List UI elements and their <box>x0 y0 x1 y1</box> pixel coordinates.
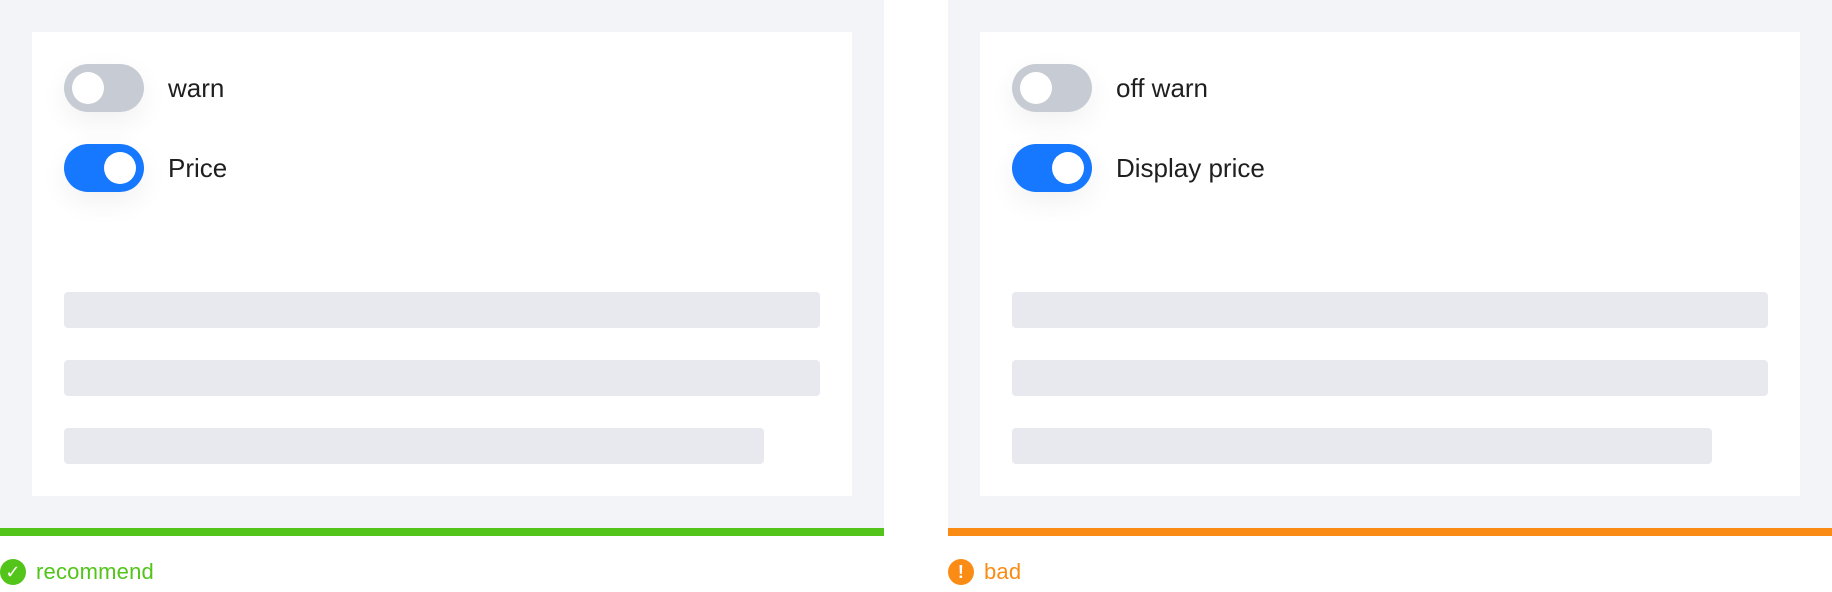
toggle-row-off-warn: off warn <box>1012 64 1208 112</box>
toggle-label: off warn <box>1116 73 1209 103</box>
toggle-label: warn <box>168 73 225 103</box>
check-circle-icon: ✓ <box>0 559 26 585</box>
settings-card: off warn Display price <box>980 32 1800 496</box>
status-bar <box>948 528 1832 536</box>
toggle-knob <box>1052 152 1084 184</box>
recommended-example: warn Price ✓ recommend <box>0 0 884 592</box>
settings-card: warn Price <box>32 32 852 496</box>
price-toggle[interactable] <box>64 144 144 192</box>
placeholder-line <box>64 428 764 464</box>
recommend-caption: ✓ recommend <box>0 558 154 586</box>
placeholder-line <box>1012 360 1768 396</box>
example-frame: off warn Display price <box>948 0 1832 528</box>
placeholder-line <box>64 360 820 396</box>
toggle-row-display-price: Display price <box>1012 144 1265 192</box>
bad-caption: ! bad <box>948 558 1021 586</box>
off-warn-toggle[interactable] <box>1012 64 1092 112</box>
exclamation-circle-icon: ! <box>948 559 974 585</box>
toggle-label: Price <box>168 153 228 183</box>
caption-text: recommend <box>36 559 154 584</box>
warn-toggle[interactable] <box>64 64 144 112</box>
bad-example: off warn Display price ! bad <box>948 0 1832 592</box>
toggle-row-warn: warn <box>64 64 224 112</box>
placeholder-line <box>64 292 820 328</box>
placeholder-line <box>1012 292 1768 328</box>
placeholder-line <box>1012 428 1712 464</box>
toggle-knob <box>72 72 104 104</box>
toggle-knob <box>104 152 136 184</box>
status-bar <box>0 528 884 536</box>
toggle-label: Display price <box>1116 153 1265 183</box>
display-price-toggle[interactable] <box>1012 144 1092 192</box>
toggle-row-price: Price <box>64 144 227 192</box>
example-frame: warn Price <box>0 0 884 528</box>
toggle-knob <box>1020 72 1052 104</box>
caption-text: bad <box>984 559 1022 584</box>
